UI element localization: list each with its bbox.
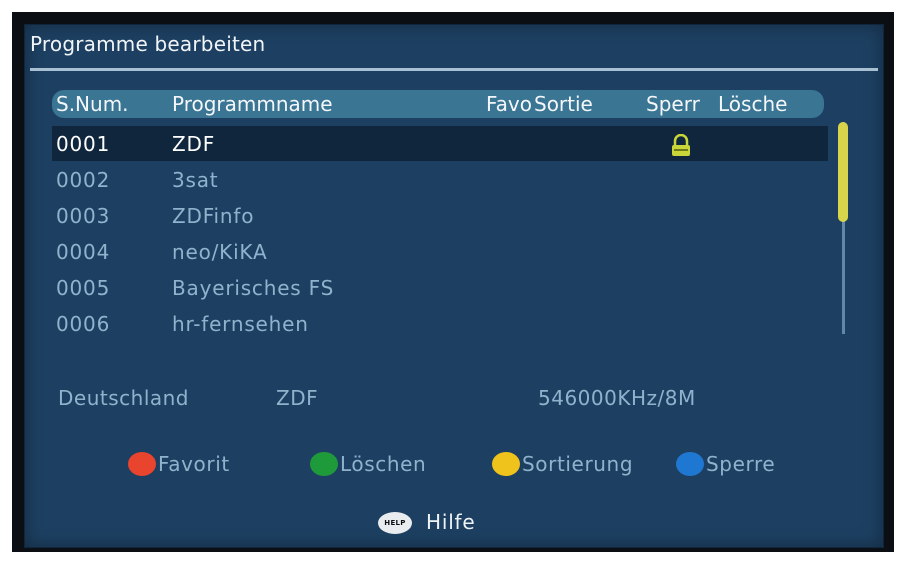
channel-number: 0004: [56, 240, 111, 264]
legend-favorit-label: Favorit: [158, 452, 230, 476]
info-provider: ZDF: [276, 386, 319, 410]
column-header-sortie: Sortie: [534, 92, 593, 116]
channel-number: 0005: [56, 276, 111, 300]
column-header-name: Programmname: [172, 92, 333, 116]
green-button-icon: [310, 452, 338, 476]
column-header-num: S.Num.: [56, 92, 129, 116]
column-header-favo: Favo: [486, 92, 532, 116]
help-label: Hilfe: [426, 510, 476, 534]
column-header-losche: Lösche: [718, 92, 788, 116]
legend-loeschen-label: Löschen: [340, 452, 427, 476]
channel-row[interactable]: 0004 neo/KiKA: [52, 234, 828, 269]
column-header-bar: [52, 90, 824, 118]
channel-row[interactable]: 0006 hr-fernsehen: [52, 306, 828, 341]
yellow-button-icon: [492, 452, 520, 476]
channel-name: 3sat: [172, 168, 219, 192]
info-country: Deutschland: [58, 386, 189, 410]
channel-number: 0001: [56, 132, 111, 156]
channel-name: ZDFinfo: [172, 204, 255, 228]
blue-button-icon: [676, 452, 704, 476]
channel-name: ZDF: [172, 132, 216, 156]
channel-row[interactable]: 0001 ZDF: [52, 126, 828, 161]
title-divider: [30, 68, 878, 71]
red-button-icon: [128, 452, 156, 476]
info-frequency: 546000KHz/8M: [538, 386, 696, 410]
channel-row[interactable]: 0003 ZDFinfo: [52, 198, 828, 233]
lock-icon: [668, 133, 694, 162]
column-header-sperr: Sperr: [646, 92, 700, 116]
channel-name: neo/KiKA: [172, 240, 268, 264]
channel-number: 0002: [56, 168, 111, 192]
page-title: Programme bearbeiten: [30, 32, 266, 56]
legend-sperre-label: Sperre: [706, 452, 776, 476]
scrollbar-thumb[interactable]: [838, 122, 848, 222]
help-button-icon: HELP: [378, 512, 412, 534]
legend-sortierung-label: Sortierung: [522, 452, 634, 476]
channel-number: 0003: [56, 204, 111, 228]
channel-number: 0006: [56, 312, 111, 336]
channel-name: Bayerisches FS: [172, 276, 335, 300]
channel-row[interactable]: 0005 Bayerisches FS: [52, 270, 828, 305]
channel-name: hr-fernsehen: [172, 312, 309, 336]
channel-row[interactable]: 0002 3sat: [52, 162, 828, 197]
